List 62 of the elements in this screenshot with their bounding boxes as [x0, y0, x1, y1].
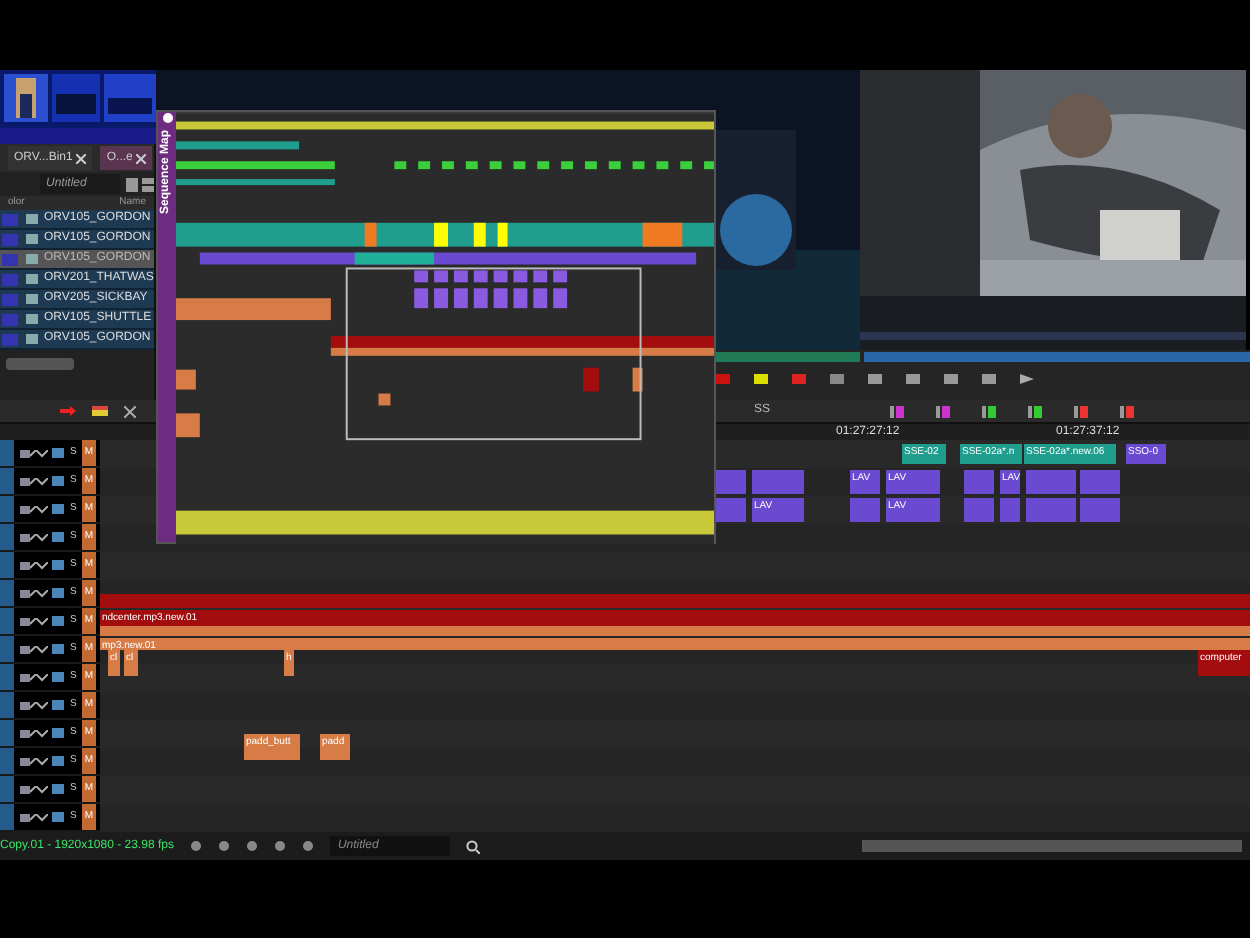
track-monitor-icon[interactable]	[52, 644, 64, 654]
segment-icon[interactable]	[982, 405, 996, 417]
keyframe-icon[interactable]	[30, 589, 48, 597]
fullscreen-icon[interactable]	[124, 405, 136, 417]
segment-icon[interactable]	[1028, 405, 1042, 417]
color-swatch	[2, 333, 18, 345]
timeline-clip[interactable]	[714, 498, 746, 522]
track-monitor-icon[interactable]	[52, 756, 64, 766]
keyframe-icon[interactable]	[30, 505, 48, 513]
track-monitor-icon[interactable]	[52, 504, 64, 514]
timeline-clip[interactable]	[714, 470, 746, 494]
track-monitor-icon[interactable]	[52, 728, 64, 738]
color-swatch	[2, 213, 18, 225]
keyframe-icon[interactable]	[30, 785, 48, 793]
close-icon[interactable]	[136, 153, 147, 163]
track-monitor-icon[interactable]	[52, 448, 64, 458]
segment-icon[interactable]	[1074, 405, 1088, 417]
color-swatch	[2, 233, 18, 245]
track-monitor-icon[interactable]	[52, 700, 64, 710]
keyframe-icon[interactable]	[30, 561, 48, 569]
keyframe-icon[interactable]	[30, 701, 48, 709]
timeline-clip[interactable]	[964, 470, 994, 494]
keyframe-icon[interactable]	[30, 645, 48, 653]
keyframe-icon[interactable]	[30, 729, 48, 737]
timeline-clip[interactable]	[100, 594, 1250, 608]
segment-icon[interactable]	[890, 405, 904, 417]
segment-icon[interactable]	[1120, 405, 1134, 417]
timeline-clip[interactable]	[100, 626, 1250, 636]
timeline-clip[interactable]	[1000, 498, 1020, 522]
timeline-clip[interactable]	[1080, 470, 1120, 494]
track-monitor-icon[interactable]	[52, 672, 64, 682]
timeline-clip[interactable]	[1026, 498, 1076, 522]
scroll-bar	[6, 358, 74, 370]
track-monitor-icon[interactable]	[52, 784, 64, 794]
keyframe-icon[interactable]	[30, 813, 48, 821]
timeline-clip[interactable]	[1026, 470, 1076, 494]
arrow-icon[interactable]	[60, 406, 76, 416]
color-swatch	[2, 293, 18, 305]
track-monitor-icon[interactable]	[52, 616, 64, 626]
timeline-clip[interactable]	[752, 470, 804, 494]
search-icon[interactable]	[465, 839, 480, 853]
keyframe-icon[interactable]	[30, 533, 48, 541]
keyframe-icon[interactable]	[30, 617, 48, 625]
track-monitor-icon[interactable]	[52, 812, 64, 822]
keyframe-icon[interactable]	[30, 757, 48, 765]
timeline-clip[interactable]	[850, 498, 880, 522]
timeline-clip[interactable]	[1080, 498, 1120, 522]
track-monitor-icon[interactable]	[52, 476, 64, 486]
timeline-clip[interactable]	[964, 498, 994, 522]
color-swatch	[2, 273, 18, 285]
segment-icon[interactable]	[936, 405, 950, 417]
keyframe-icon[interactable]	[30, 477, 48, 485]
keyframe-icon[interactable]	[30, 673, 48, 681]
close-icon[interactable]	[76, 153, 87, 163]
play-icon[interactable]	[1020, 373, 1034, 383]
track-monitor-icon[interactable]	[52, 532, 64, 542]
track-monitor-icon[interactable]	[52, 588, 64, 598]
color-swatch	[2, 313, 18, 325]
track-monitor-icon[interactable]	[52, 560, 64, 570]
keyframe-icon[interactable]	[30, 449, 48, 457]
color-swatch	[2, 253, 18, 265]
view-mode-icon[interactable]	[126, 177, 154, 191]
